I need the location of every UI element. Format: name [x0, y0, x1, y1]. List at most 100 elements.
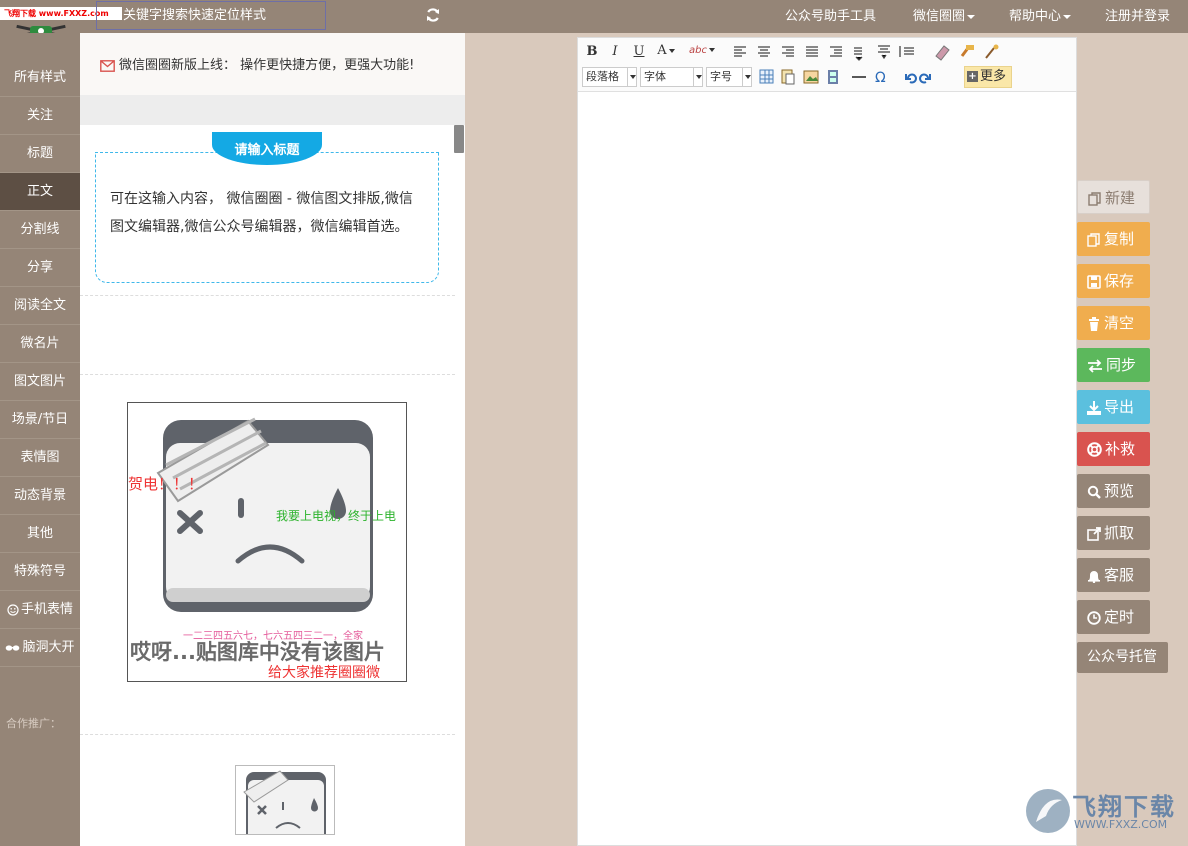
save-button[interactable]: 保存	[1077, 264, 1150, 298]
row-spacing-icon	[899, 46, 914, 57]
nav-assistant-tools-label: 公众号助手工具	[785, 9, 877, 24]
sidebar-item-phone-emoji[interactable]: 手机表情	[0, 591, 80, 629]
chevron-down-icon	[742, 68, 751, 86]
image-template-card-small[interactable]	[235, 765, 335, 835]
nav-weixin-quanquan[interactable]: 微信圈圈	[913, 0, 976, 33]
rich-text-editor[interactable]: B I U A abc 段落格 字体 字号 Ω + 更多	[577, 37, 1077, 846]
download-icon	[1087, 400, 1101, 415]
envelope-icon	[100, 59, 115, 72]
fetch-button[interactable]: 抓取	[1077, 516, 1150, 550]
partner-label: 合作推广：	[6, 717, 61, 730]
refresh-icon[interactable]	[425, 7, 441, 23]
nav-assistant-tools[interactable]: 公众号助手工具	[785, 0, 876, 33]
more-label: 更多	[980, 69, 1007, 84]
font-size-select[interactable]: 字号	[706, 67, 752, 87]
sidebar-item-label: 特殊符号	[13, 564, 66, 579]
format-brush-icon	[960, 45, 974, 57]
nav-help-center[interactable]: 帮助中心	[1009, 0, 1072, 33]
copy-icon	[1088, 191, 1101, 206]
overlay-red-text-2: 给大家推荐圈圈微	[268, 665, 380, 681]
redo-icon	[919, 73, 931, 84]
sidebar-item-other[interactable]: 其他	[0, 515, 80, 553]
nav-register-login[interactable]: 注册并登录	[1105, 0, 1170, 33]
editor-toolbar: B I U A abc 段落格 字体 字号 Ω + 更多	[578, 38, 1076, 92]
nav-help-center-label: 帮助中心	[1009, 9, 1062, 24]
account-hosting-button[interactable]: 公众号托管	[1077, 642, 1168, 673]
font-family-select[interactable]: 字体	[640, 67, 703, 87]
highlight-label: abc	[689, 45, 707, 56]
new-button-label: 新建	[1105, 189, 1136, 207]
sidebar-item-animated-bg[interactable]: 动态背景	[0, 477, 80, 515]
scrollbar-thumb[interactable]	[454, 125, 464, 153]
sidebar-item-special-symbols[interactable]: 特殊符号	[0, 553, 80, 591]
preview-button[interactable]: 预览	[1077, 474, 1150, 508]
divider	[80, 374, 455, 375]
chevron-down-icon	[693, 68, 702, 86]
new-button[interactable]: 新建	[1077, 180, 1150, 214]
font-color-button[interactable]: A	[656, 42, 676, 60]
paste-icon	[781, 69, 795, 85]
sidebar-item-emoji-image[interactable]: 表情图	[0, 439, 80, 477]
sidebar-item-image-text[interactable]: 图文图片	[0, 363, 80, 401]
clear-button[interactable]: 清空	[1077, 306, 1150, 340]
sidebar-item-body-text[interactable]: 正文	[0, 173, 80, 211]
sidebar-item-label: 表情图	[20, 450, 60, 465]
export-button[interactable]: 导出	[1077, 390, 1150, 424]
bold-button[interactable]: B	[584, 43, 600, 61]
sidebar-item-micro-card[interactable]: 微名片	[0, 325, 80, 363]
sidebar-item-read-more[interactable]: 阅读全文	[0, 287, 80, 325]
svg-text:Ω: Ω	[875, 70, 886, 86]
sidebar-item-follow[interactable]: 关注	[0, 97, 80, 135]
broken-image-icon	[243, 770, 326, 834]
sidebar-item-label: 图文图片	[13, 374, 66, 389]
sidebar-item-scene-festival[interactable]: 场景/节日	[0, 401, 80, 439]
search-input[interactable]: 关键字搜索快速定位样式	[96, 1, 326, 30]
fetch-button-label: 抓取	[1104, 524, 1135, 542]
sidebar-item-brainstorm[interactable]: 脑洞大开	[0, 629, 80, 667]
sidebar-item-label: 正文	[26, 184, 53, 199]
sidebar-item-title[interactable]: 标题	[0, 135, 80, 173]
sidebar-item-divider[interactable]: 分割线	[0, 211, 80, 249]
notice-bar: 微信圈圈新版上线： 操作更快捷方便，更强大功能!	[80, 33, 465, 95]
special-char-icon: Ω	[875, 70, 886, 86]
save-icon	[1087, 274, 1101, 289]
nav-weixin-quanquan-label: 微信圈圈	[913, 9, 966, 24]
save-button-label: 保存	[1104, 272, 1135, 290]
sidebar-item-share[interactable]: 分享	[0, 249, 80, 287]
sidebar-item-label: 脑洞大开	[22, 640, 75, 655]
image-template-card[interactable]: 贺电！！！ 我要上电视，终于上电 一二三四五六七，七六五四三二一，全家 哎呀..…	[127, 402, 407, 682]
copy-button[interactable]: 复制	[1077, 222, 1150, 256]
rescue-button[interactable]: 补救	[1077, 432, 1150, 466]
customer-service-button[interactable]: 客服	[1077, 558, 1150, 592]
smile-icon	[7, 603, 19, 616]
highlight-button[interactable]: abc	[688, 42, 716, 60]
sidebar-item-label: 场景/节日	[11, 412, 69, 427]
line-height-icon	[854, 47, 863, 61]
sidebar-item-all-styles[interactable]: 所有样式	[0, 59, 80, 97]
overlay-green-text: 我要上电视，终于上电	[276, 509, 397, 523]
undo-icon	[905, 73, 917, 84]
schedule-button[interactable]: 定时	[1077, 600, 1150, 634]
sync-button-label: 同步	[1106, 356, 1137, 374]
paragraph-format-select[interactable]: 段落格	[582, 67, 637, 87]
clock-icon	[1087, 610, 1101, 625]
divider	[80, 295, 455, 296]
glasses-icon	[6, 644, 20, 651]
indent-icon	[830, 46, 842, 57]
more-button[interactable]: + 更多	[964, 66, 1012, 88]
nav-register-login-label: 注册并登录	[1105, 9, 1171, 24]
preview-button-label: 预览	[1104, 482, 1135, 500]
table-icon	[759, 69, 774, 84]
external-link-icon	[1087, 526, 1101, 541]
italic-button[interactable]: I	[608, 43, 622, 61]
sync-button[interactable]: 同步	[1077, 348, 1150, 382]
toolbar-icon-strip	[734, 44, 999, 61]
chevron-down-icon	[967, 14, 976, 19]
sidebar-item-label: 分享	[26, 260, 53, 275]
schedule-button-label: 定时	[1104, 608, 1135, 626]
video-icon	[828, 70, 838, 84]
underline-button[interactable]: U	[631, 43, 647, 61]
panel-header-strip	[80, 95, 465, 125]
magic-wand-icon	[985, 44, 999, 59]
template-panel: 微信圈圈新版上线： 操作更快捷方便，更强大功能! 请输入标题 可在这输入内容， …	[80, 33, 465, 846]
